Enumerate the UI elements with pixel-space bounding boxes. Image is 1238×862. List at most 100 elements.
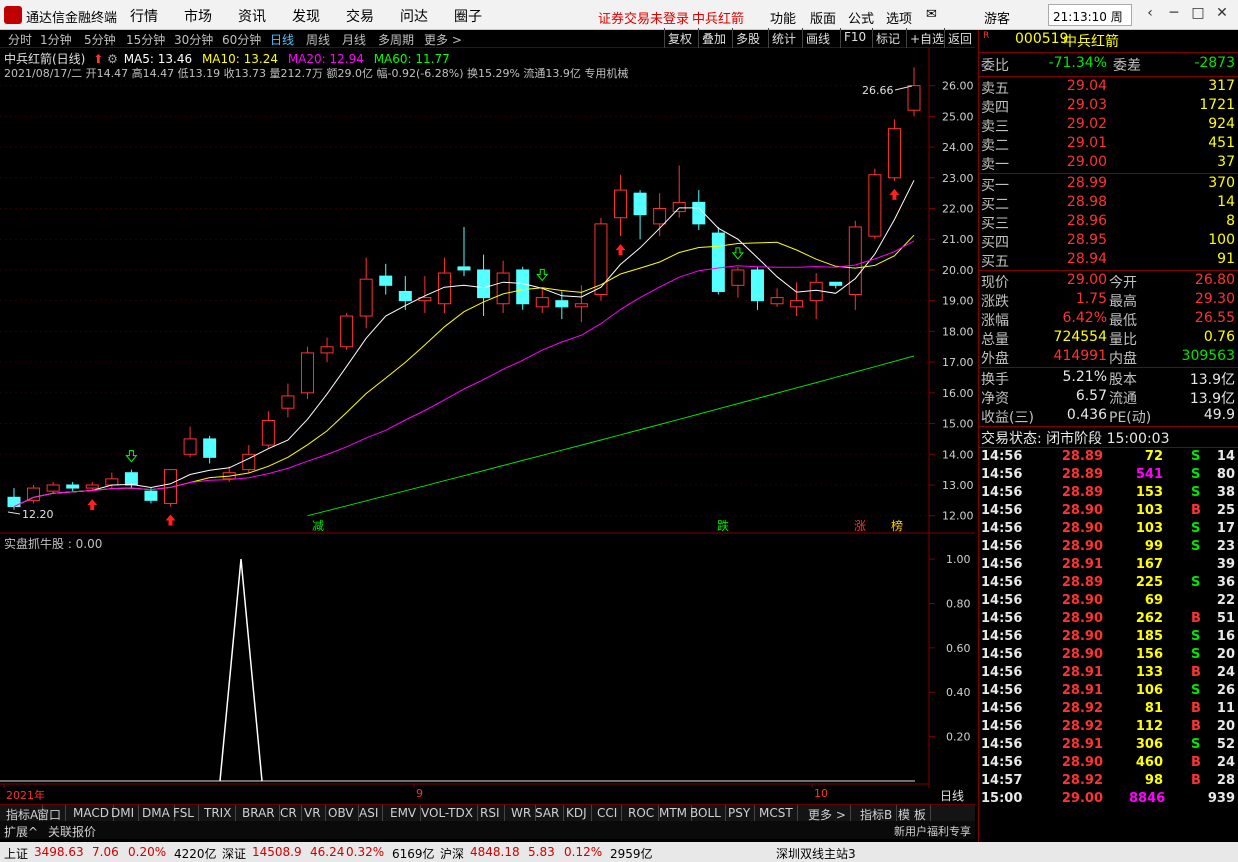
candle-body[interactable] (85, 484, 99, 489)
candle-body[interactable] (653, 208, 667, 225)
candle-body[interactable] (340, 315, 354, 348)
new-user-promo[interactable]: 新用户福利专享 (894, 823, 971, 839)
candle-body[interactable] (320, 346, 334, 354)
candle-body[interactable] (829, 281, 843, 286)
candle-body[interactable] (261, 419, 275, 446)
candle-body[interactable] (398, 290, 412, 302)
candle-body[interactable] (633, 192, 647, 216)
period-15min[interactable]: 15分钟 (126, 31, 165, 48)
candle-body[interactable] (887, 128, 901, 179)
index-cell[interactable]: 3498.63 (34, 845, 84, 859)
period-5min[interactable]: 5分钟 (84, 31, 116, 48)
candle-body[interactable] (907, 85, 921, 111)
indicator-tab[interactable]: EMV (386, 805, 422, 822)
indicator-tab[interactable]: SAR (531, 805, 565, 822)
period-60min[interactable]: 60分钟 (222, 31, 261, 48)
indicator-tab[interactable]: MCST (755, 805, 798, 822)
index-cell[interactable]: 2959亿 (610, 845, 653, 862)
candle-body[interactable] (66, 484, 80, 489)
candle-body[interactable] (124, 472, 138, 486)
index-cell[interactable]: 6169亿 (392, 845, 435, 862)
period-daily[interactable]: 日线 (270, 31, 294, 48)
period-monthly[interactable]: 月线 (342, 31, 366, 48)
index-cell[interactable]: 4848.18 (470, 845, 520, 859)
indicator-tab[interactable]: VR (300, 805, 326, 822)
candle-body[interactable] (535, 297, 549, 308)
period-fenshi[interactable]: 分时 (8, 31, 32, 48)
indicator-tab[interactable]: ROC (624, 805, 660, 822)
indicator-tab[interactable]: TRIX (200, 805, 237, 822)
candle-body[interactable] (7, 496, 21, 507)
period-more[interactable]: 更多 > (424, 31, 462, 48)
maximize-icon[interactable]: □ (1188, 5, 1208, 25)
back-icon[interactable]: ‹ (1140, 5, 1160, 25)
menu-quotes[interactable]: 行情 (130, 6, 158, 26)
candle-body[interactable] (27, 487, 41, 501)
index-cell[interactable]: 上证 (4, 845, 28, 862)
indicator-tab[interactable]: CCI (593, 805, 623, 822)
candle-body[interactable] (790, 300, 804, 308)
index-cell[interactable]: 14508.9 (252, 845, 302, 859)
mail-icon[interactable]: ✉ (926, 7, 937, 22)
candle-body[interactable] (672, 201, 686, 213)
indicator-tab[interactable]: VOL-TDX (417, 805, 478, 822)
candle-body[interactable] (516, 269, 530, 305)
kline-chart[interactable]: 26.00 25.00 24.00 23.00 22.00 21.00 20.00 19.00… (0, 48, 975, 788)
menu-layout[interactable]: 版面 (810, 8, 836, 27)
index-cell[interactable]: 46.24 (310, 845, 344, 859)
menu-formula[interactable]: 公式 (848, 8, 874, 27)
period-weekly[interactable]: 周线 (306, 31, 330, 48)
candle-body[interactable] (731, 269, 745, 286)
candle-body[interactable] (770, 297, 784, 305)
candle-body[interactable] (144, 490, 158, 501)
candle-body[interactable] (379, 275, 393, 286)
indicator-tab[interactable]: 指标B (856, 805, 898, 822)
server-label[interactable]: 深圳双线主站3 (776, 845, 856, 862)
candle-body[interactable] (496, 272, 510, 305)
index-cell[interactable]: 5.83 (528, 845, 555, 859)
candle-body[interactable] (711, 232, 725, 292)
minimize-icon[interactable]: ─ (1164, 5, 1184, 25)
index-cell[interactable]: 7.06 (92, 845, 119, 859)
candle-body[interactable] (477, 269, 491, 299)
menu-market[interactable]: 市场 (184, 6, 212, 26)
indicator-tab[interactable]: 模 板 (894, 805, 931, 822)
index-cell[interactable]: 0.12% (564, 845, 602, 859)
stock-link[interactable]: 中兵红箭 (692, 8, 744, 27)
toolbar-add-fav[interactable]: +自选 (906, 28, 947, 48)
index-cell[interactable]: 沪深 (440, 845, 464, 862)
period-multi[interactable]: 多周期 (378, 31, 414, 48)
candle-body[interactable] (203, 438, 217, 458)
indicator-tab[interactable]: PSY (724, 805, 756, 822)
toolbar-f10[interactable]: F10 (840, 28, 869, 48)
menu-trade[interactable]: 交易 (346, 6, 374, 26)
candle-body[interactable] (555, 300, 569, 308)
menu-ask[interactable]: 问达 (400, 6, 428, 26)
candle-body[interactable] (750, 269, 764, 302)
candle-body[interactable] (574, 303, 588, 308)
indicator-tab[interactable]: KDJ (562, 805, 592, 822)
indicator-tab[interactable]: DMI (107, 805, 140, 822)
candle-body[interactable] (809, 281, 823, 302)
event-marker[interactable]: 减 (312, 519, 324, 533)
candle-body[interactable] (183, 438, 197, 455)
index-cell[interactable]: 深证 (222, 845, 246, 862)
candle-body[interactable] (692, 201, 706, 225)
indicator-tab[interactable]: BRAR (238, 805, 280, 822)
indicator-tab[interactable]: RSI (476, 805, 505, 822)
toolbar-stats[interactable]: 统计 (768, 28, 799, 48)
menu-discover[interactable]: 发现 (292, 6, 320, 26)
menu-function[interactable]: 功能 (770, 8, 796, 27)
toolbar-mark[interactable]: 标记 (872, 28, 903, 48)
close-icon[interactable]: ✕ (1212, 5, 1232, 25)
indicator-tab[interactable]: CR (276, 805, 302, 822)
candle-body[interactable] (848, 226, 862, 296)
period-1min[interactable]: 1分钟 (40, 31, 72, 48)
candle-body[interactable] (457, 266, 471, 271)
indicator-tab[interactable]: OBV (324, 805, 359, 822)
event-marker[interactable]: 涨 (854, 518, 866, 533)
candle-body[interactable] (868, 174, 882, 237)
indicator-tab[interactable]: 窗口 (33, 805, 67, 822)
trade-login-warning[interactable]: 证券交易未登录 (598, 8, 689, 27)
toolbar-fuquan[interactable]: 复权 (664, 28, 695, 48)
